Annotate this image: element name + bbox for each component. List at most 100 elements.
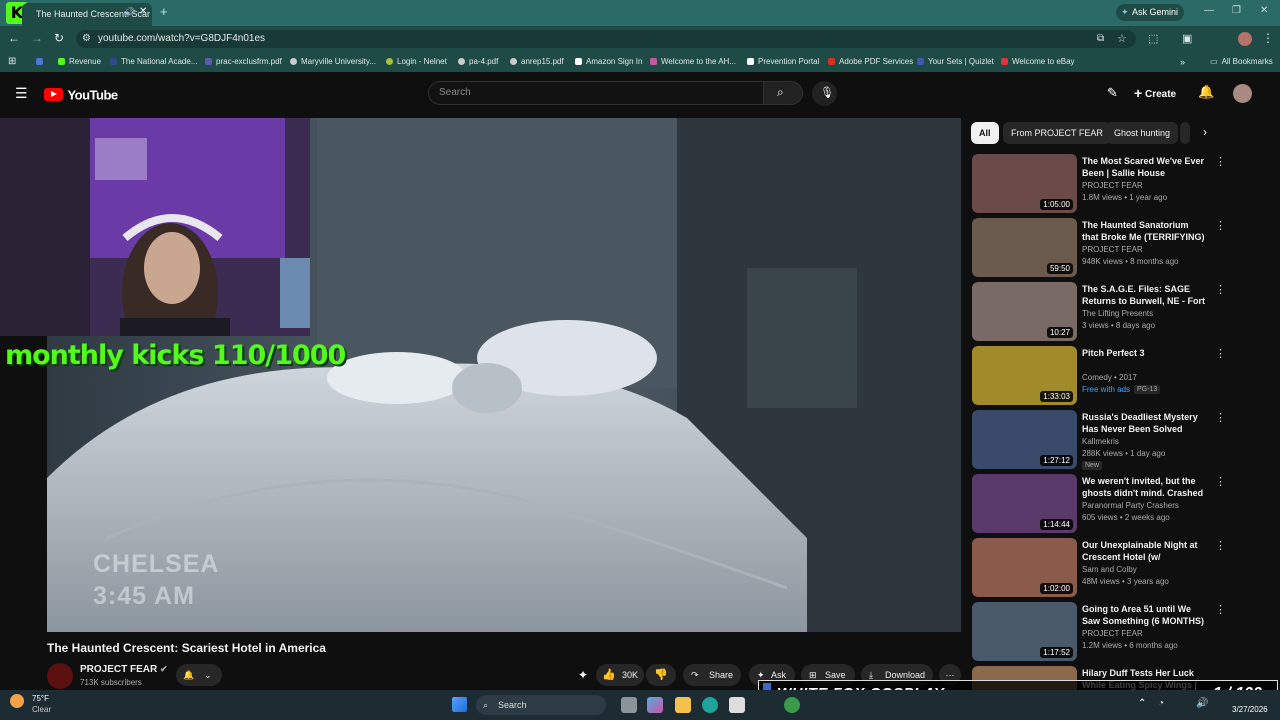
more-options-icon[interactable]: ⋮ [1215,475,1226,489]
recommendation-channel[interactable]: PROJECT FEAR [1082,245,1143,254]
recommendation-channel[interactable]: PROJECT FEAR [1082,629,1143,638]
minimize-icon[interactable]: — [1204,5,1214,16]
more-options-icon[interactable]: ⋮ [1215,283,1226,297]
chip-more[interactable] [1180,122,1190,144]
all-bookmarks[interactable]: ▭ All Bookmarks [1210,52,1273,72]
more-options-icon[interactable]: ⋮ [1215,539,1226,553]
chip-from-channel[interactable]: From PROJECT FEAR [1003,122,1111,144]
recommendation-channel[interactable]: The Lifting Presents [1082,309,1153,318]
chip-ghost-hunting[interactable]: Ghost hunting [1106,122,1179,144]
chevron-right-icon[interactable]: › [1203,125,1207,139]
file-explorer-icon[interactable] [675,697,691,713]
recommendation-item[interactable]: 59:50 The Haunted Sanatorium that Broke M… [971,218,1231,280]
copilot-icon[interactable] [647,697,663,713]
chip-all[interactable]: All [971,122,999,144]
recommendation-channel[interactable]: Paranormal Party Crashers [1082,501,1179,510]
bookmark-item[interactable]: anrep15.pdf [510,52,564,72]
window-close-icon[interactable]: ✕ [1260,5,1268,16]
install-icon[interactable]: ⧉ [1097,33,1104,44]
recommendation-item[interactable]: 1:27:12 Russia's Deadliest Mystery Has Ne… [971,410,1231,472]
recommendation-title[interactable]: The S.A.G.E. Files: SAGE Returns to Burw… [1082,283,1207,307]
voice-search-button[interactable]: 🎙 [812,81,837,106]
ai-summary-icon[interactable]: ✦ [578,668,588,682]
recommendation-item[interactable]: 10:27 The S.A.G.E. Files: SAGE Returns to… [971,282,1231,344]
channel-name[interactable]: PROJECT FEAR ✔ [80,664,168,675]
tab-close-icon[interactable]: ✕ [139,6,147,17]
bookmark-item[interactable] [36,52,47,72]
like-button[interactable]: 👍 30K [596,664,644,686]
account-avatar[interactable] [1233,84,1252,103]
recommendation-item[interactable]: 1:14:44 We weren't invited, but the ghost… [971,474,1231,536]
more-options-icon[interactable]: ⋮ [1215,603,1226,617]
bookmark-item[interactable]: Amazon Sign In [575,52,642,72]
back-icon[interactable]: ← [8,31,20,45]
recommendation-title[interactable]: Pitch Perfect 3 [1082,347,1207,359]
recommendation-title[interactable]: We weren't invited, but the ghosts didn'… [1082,475,1207,499]
store-icon[interactable] [729,697,745,713]
bookmark-star-icon[interactable]: ☆ [1117,32,1127,45]
bookmark-item[interactable]: Revenue [58,52,101,72]
tab-audio-icon[interactable]: 🔊 [124,7,135,18]
recommendation-channel[interactable]: PROJECT FEAR [1082,181,1143,190]
share-button[interactable]: ↷ Share [683,664,741,686]
extensions-icon[interactable]: ⬚ [1148,32,1158,45]
more-options-icon[interactable]: ⋮ [1215,155,1226,169]
reload-icon[interactable]: ↻ [54,31,64,45]
hamburger-menu-icon[interactable]: ☰ [15,85,28,102]
channel-avatar[interactable] [47,663,73,689]
recommendation-title[interactable]: Our Unexplainable Night at Crescent Hote… [1082,539,1207,563]
more-options-icon[interactable]: ⋮ [1215,411,1226,425]
video-thumbnail[interactable]: 59:50 [972,218,1077,277]
recommendation-title[interactable]: The Haunted Sanatorium that Broke Me (TE… [1082,219,1207,243]
volume-icon[interactable]: 🔊 [1196,698,1208,709]
dislike-button[interactable]: 👎 [646,664,676,686]
bookmark-item[interactable]: Maryville University... [290,52,376,72]
bookmark-item[interactable]: Prevention Portal [747,52,819,72]
recommendation-channel[interactable]: Sam and Colby [1082,565,1137,574]
notifications-bell-icon[interactable]: 🔔 [1198,84,1214,100]
bookmark-item[interactable]: Welcome to eBay [1001,52,1075,72]
recommendation-title[interactable]: The Most Scared We've Ever Been | Sallie… [1082,155,1207,179]
forward-icon[interactable]: → [31,31,43,45]
taskbar-search[interactable]: ⌕ Search [476,695,606,715]
bookmark-item[interactable]: prac-exclusfrm.pdf [205,52,282,72]
search-input[interactable]: Search [428,81,764,105]
studio-icon[interactable]: ✎ [1107,85,1118,101]
video-thumbnail[interactable]: 1:33:03 [972,346,1077,405]
recommendation-title[interactable]: Going to Area 51 until We Saw Something … [1082,603,1207,627]
video-thumbnail[interactable]: 1:27:12 [972,410,1077,469]
recommendation-channel[interactable]: Kallmekris [1082,437,1119,446]
video-thumbnail[interactable]: 1:02:00 [972,538,1077,597]
maximize-icon[interactable]: ❐ [1232,5,1241,16]
recommendation-item[interactable]: 1:02:00 Our Unexplainable Night at Cresce… [971,538,1231,600]
youtube-logo[interactable]: YouTube [44,86,118,102]
recommendation-item[interactable]: 1:05:00 The Most Scared We've Ever Been |… [971,154,1231,216]
video-thumbnail[interactable]: 1:17:52 [972,602,1077,661]
bookmark-item[interactable]: pa-4.pdf [458,52,498,72]
edge-icon[interactable] [702,697,718,713]
recommendation-item[interactable]: 1:33:03 Pitch Perfect 3 Comedy • 2017 Free … [971,346,1231,408]
search-button[interactable]: ⌕ [763,81,803,105]
profile-avatar[interactable] [1238,32,1252,46]
menu-kebab-icon[interactable]: ⋮ [1262,31,1274,45]
ask-gemini-button[interactable]: ✦ Ask Gemini [1116,4,1184,21]
task-view-icon[interactable] [621,697,637,713]
site-info-icon[interactable]: ⚙ [82,30,91,48]
more-options-icon[interactable]: ⋮ [1215,219,1226,233]
bookmark-item[interactable]: Adobe PDF Services [828,52,913,72]
video-thumbnail[interactable]: 10:27 [972,282,1077,341]
subscribe-bell-button[interactable]: 🔔 ⌄ [176,664,222,686]
more-options-icon[interactable]: ⋮ [1215,347,1226,361]
bookmarks-overflow-icon[interactable]: » [1180,52,1185,72]
video-thumbnail[interactable]: 1:05:00 [972,154,1077,213]
apps-icon[interactable]: ⊞ [8,52,16,72]
recommendation-title[interactable]: Russia's Deadliest Mystery Has Never Bee… [1082,411,1207,435]
recommendation-item[interactable]: 1:17:52 Going to Area 51 until We Saw Som… [971,602,1231,664]
chrome-icon[interactable] [784,697,800,713]
bookmark-item[interactable]: Login - Nelnet [386,52,447,72]
new-tab-icon[interactable]: + [160,4,168,19]
create-button[interactable]: + Create [1134,85,1176,101]
recommendation-channel[interactable]: Comedy • 2017 [1082,373,1137,382]
bookmark-item[interactable]: Welcome to the AH... [650,52,736,72]
tab-search-icon[interactable]: ▣ [1182,32,1192,45]
